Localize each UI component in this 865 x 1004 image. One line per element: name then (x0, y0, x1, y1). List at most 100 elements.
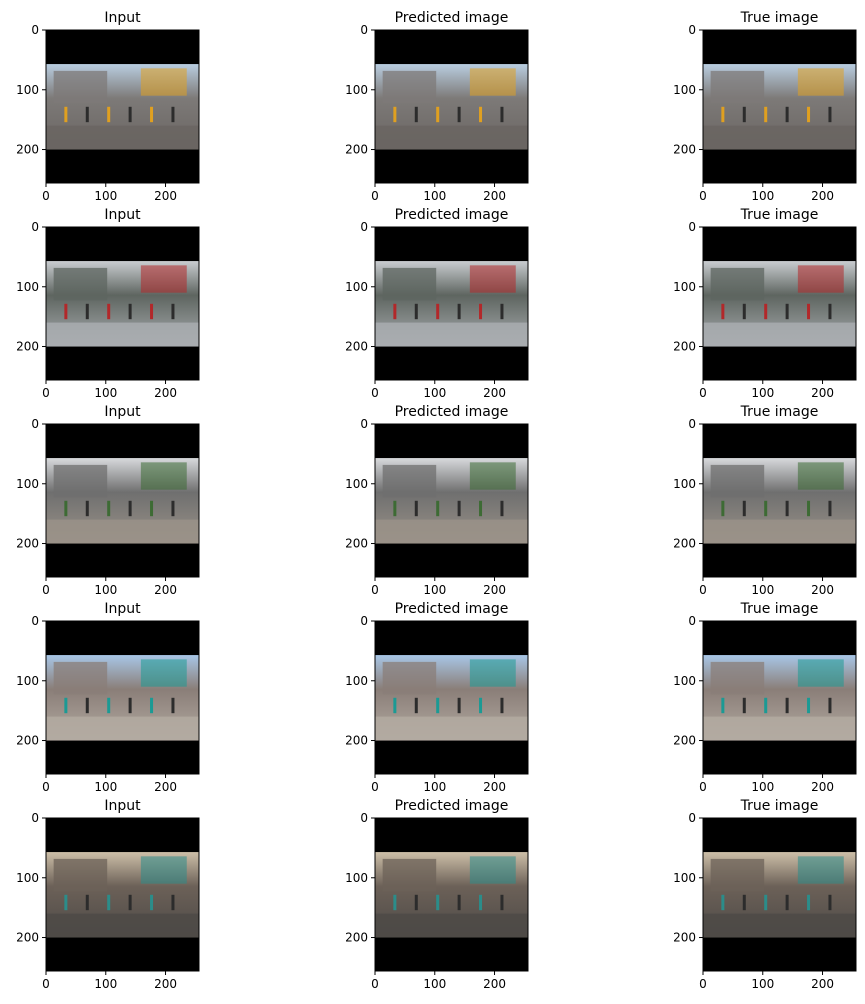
scene-building (382, 661, 437, 695)
y-tick-label: 200 (673, 143, 696, 157)
y-tick-label: 0 (688, 417, 696, 431)
panel-r4-c2: True image 0 100 200 0 100 200 (673, 798, 857, 991)
scene-person (764, 303, 768, 320)
y-tick-label: 200 (673, 734, 696, 748)
scene-person (785, 106, 789, 123)
scene-person (436, 697, 440, 714)
scene-accent (797, 462, 844, 490)
panel-r3-c2: True image 0 100 200 0 100 200 (673, 601, 857, 794)
x-tick-label: 200 (483, 977, 506, 991)
scene-person (721, 303, 725, 320)
scene-person (742, 894, 746, 911)
x-tick-label: 100 (94, 977, 117, 991)
scene-person (785, 500, 789, 517)
y-tick-label: 100 (16, 83, 39, 97)
scene-person (64, 697, 68, 714)
scene-person (807, 303, 811, 320)
scene-ground (375, 322, 528, 347)
scene-person (85, 894, 89, 911)
x-tick-label: 200 (154, 386, 177, 400)
x-tick-label: 100 (423, 386, 446, 400)
y-tick-label: 100 (16, 674, 39, 688)
x-tick-label: 0 (699, 977, 707, 991)
panel-r0-c2: True image 0 100 200 0 100 200 (673, 10, 857, 203)
scene-person (436, 303, 440, 320)
y-tick-label: 200 (345, 931, 368, 945)
scene-person (393, 106, 397, 123)
scene-person (721, 500, 725, 517)
scene-ground (375, 519, 528, 544)
scene-building (710, 858, 765, 892)
panel-r0-c1: Predicted image 0 100 200 0 100 200 (345, 10, 529, 203)
panel-title: Predicted image (395, 601, 509, 617)
x-tick-label: 200 (811, 977, 834, 991)
scene-person (457, 303, 461, 320)
scene-accent (797, 68, 844, 96)
x-tick-label: 0 (699, 189, 707, 203)
scene-person (721, 697, 725, 714)
panel-r1-c2: True image 0 100 200 0 100 200 (673, 207, 857, 400)
scene-person (479, 500, 483, 517)
scene-person (500, 106, 504, 123)
scene-accent (469, 265, 516, 293)
scene-person (171, 697, 175, 714)
scene-building (710, 267, 765, 301)
scene-person (785, 697, 789, 714)
y-tick-label: 200 (345, 537, 368, 551)
scene-ground (46, 913, 199, 938)
y-tick-label: 100 (16, 280, 39, 294)
scene-accent (797, 265, 844, 293)
scene-accent (140, 659, 187, 687)
x-tick-label: 0 (371, 386, 379, 400)
y-tick-label: 0 (688, 614, 696, 628)
scene-building (53, 464, 108, 498)
scene-person (436, 500, 440, 517)
scene-person (785, 894, 789, 911)
scene-person (107, 894, 111, 911)
scene-person (64, 303, 68, 320)
scene-building (382, 464, 437, 498)
scene-person (721, 894, 725, 911)
scene-person (150, 500, 154, 517)
scene-person (150, 106, 154, 123)
scene-person (742, 303, 746, 320)
y-tick-label: 100 (345, 674, 368, 688)
scene-person (64, 894, 68, 911)
scene-person (479, 106, 483, 123)
scene-building (53, 70, 108, 104)
x-tick-label: 0 (371, 977, 379, 991)
scene-person (64, 106, 68, 123)
scene-building (53, 661, 108, 695)
x-tick-label: 100 (751, 386, 774, 400)
scene-accent (469, 68, 516, 96)
x-tick-label: 200 (811, 189, 834, 203)
scene-ground (703, 322, 856, 347)
x-tick-label: 200 (811, 386, 834, 400)
scene-person (171, 106, 175, 123)
y-tick-label: 0 (688, 220, 696, 234)
scene-ground (703, 125, 856, 150)
scene-person (828, 303, 832, 320)
x-tick-label: 100 (751, 780, 774, 794)
panel-title: Input (104, 798, 141, 814)
scene-person (107, 106, 111, 123)
panel-title: True image (740, 601, 819, 617)
panel-title: Predicted image (395, 207, 509, 223)
x-tick-label: 200 (483, 780, 506, 794)
scene-person (807, 106, 811, 123)
scene-person (150, 697, 154, 714)
panel-title: Input (104, 404, 141, 420)
y-tick-label: 0 (31, 614, 39, 628)
scene-person (171, 303, 175, 320)
x-tick-label: 200 (483, 583, 506, 597)
x-tick-label: 100 (423, 583, 446, 597)
scene-person (107, 500, 111, 517)
y-tick-label: 100 (345, 871, 368, 885)
y-tick-label: 100 (673, 871, 696, 885)
scene-person (828, 500, 832, 517)
scene-person (457, 697, 461, 714)
panel-r3-c1: Predicted image 0 100 200 0 100 200 (345, 601, 529, 794)
y-tick-label: 0 (360, 614, 368, 628)
y-tick-label: 100 (673, 83, 696, 97)
scene-person (150, 303, 154, 320)
